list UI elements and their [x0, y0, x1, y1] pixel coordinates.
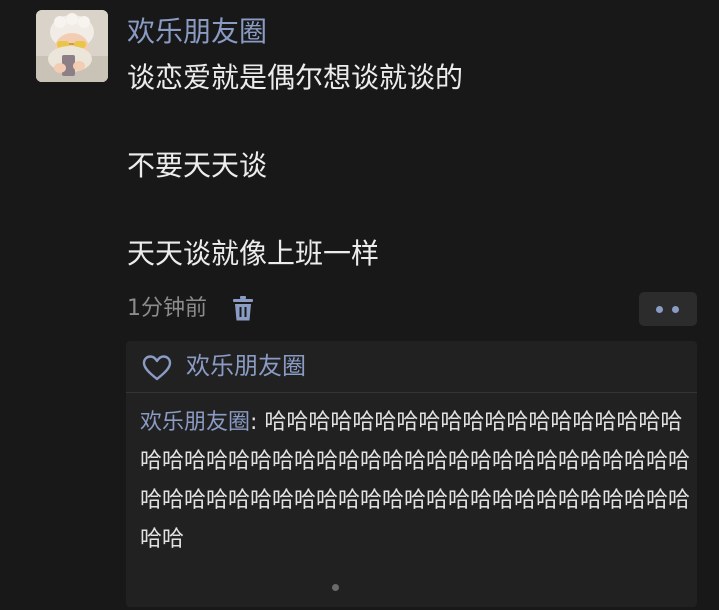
line-spacer — [127, 186, 687, 234]
comment-author[interactable]: 欢乐朋友圈 — [140, 410, 250, 435]
moments-post-screen: 欢乐朋友圈 谈恋爱就是偶尔想谈就谈的 不要天天谈 天天谈就像上班一样 1分钟前 … — [0, 0, 719, 610]
comment-item[interactable]: 欢乐朋友圈: 哈哈哈哈哈哈哈哈哈哈哈哈哈哈哈哈哈哈哈哈哈哈哈哈哈哈哈哈哈哈哈哈哈… — [140, 403, 692, 559]
avatar[interactable] — [36, 10, 108, 82]
divider — [126, 392, 697, 393]
more-dots-icon — [672, 306, 679, 313]
liker-name[interactable]: 欢乐朋友圈 — [186, 347, 306, 385]
post-line: 不要天天谈 — [127, 149, 268, 182]
more-options-button[interactable] — [639, 292, 697, 326]
comment-separator: : — [250, 410, 265, 435]
interaction-panel: 欢乐朋友圈 欢乐朋友圈: 哈哈哈哈哈哈哈哈哈哈哈哈哈哈哈哈哈哈哈哈哈哈哈哈哈哈哈… — [126, 341, 697, 607]
post-content: 谈恋爱就是偶尔想谈就谈的 不要天天谈 天天谈就像上班一样 — [127, 58, 687, 274]
post-line: 天天谈就像上班一样 — [127, 237, 380, 270]
line-spacer — [127, 98, 687, 146]
trash-icon[interactable] — [231, 296, 255, 322]
baby-avatar-image — [36, 10, 108, 82]
post-time: 1分钟前 — [127, 296, 207, 321]
post-line: 谈恋爱就是偶尔想谈就谈的 — [127, 61, 464, 94]
more-dots-icon — [656, 306, 663, 313]
likes-row: 欢乐朋友圈 — [126, 341, 697, 392]
scroll-indicator — [332, 584, 339, 591]
post-author-name[interactable]: 欢乐朋友圈 — [127, 12, 267, 52]
heart-outline-icon — [142, 355, 172, 381]
